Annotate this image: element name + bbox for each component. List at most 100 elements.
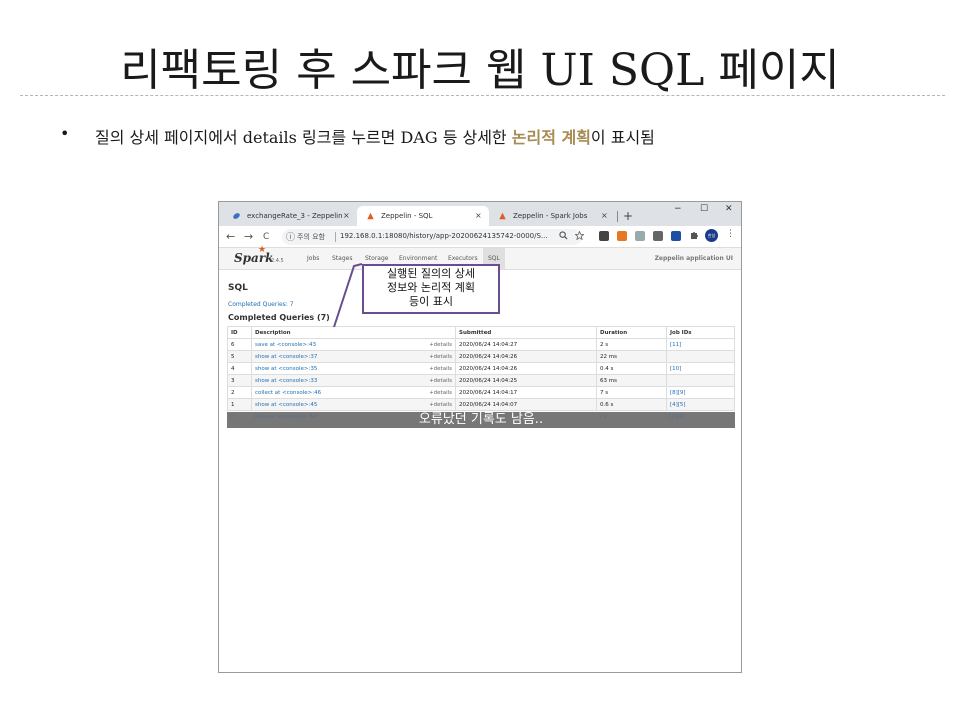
description-link[interactable]: show at <console>:33 — [255, 378, 317, 384]
url-input[interactable]: ⓘ 주의 요함 192.168.0.1:18080/history/app-20… — [282, 229, 582, 245]
bullet-text-after: 이 표시됨 — [590, 128, 655, 147]
table-header-row: ID Description Submitted Duration Job ID… — [227, 326, 735, 339]
cell-description: show at <console>:33 +details — [251, 374, 456, 387]
cell-submitted: 2020/06/24 14:04:17 — [455, 386, 597, 399]
tab-close-icon[interactable]: × — [343, 206, 350, 226]
details-link[interactable]: +details — [429, 354, 452, 360]
column-header-duration[interactable]: Duration — [596, 326, 667, 339]
cell-duration: 2 s — [596, 338, 667, 351]
details-link[interactable]: +details — [429, 366, 452, 372]
bookmark-star-icon[interactable] — [575, 231, 584, 240]
details-link[interactable]: +details — [429, 342, 452, 348]
table-row: 6 save at <console>:43 +details 2020/06/2… — [227, 338, 735, 351]
cell-duration: 7 s — [596, 386, 667, 399]
table-row: 5 show at <console>:37 +details 2020/06/2… — [227, 350, 735, 363]
cell-submitted: 2020/06/24 14:04:25 — [455, 374, 597, 387]
spark-favicon-icon — [499, 212, 506, 220]
maximize-icon[interactable]: ☐ — [700, 204, 708, 214]
extension-icon[interactable] — [635, 231, 645, 241]
description-link[interactable]: show at <console>:37 — [255, 354, 317, 360]
tab-close-icon[interactable]: × — [475, 206, 482, 226]
tab-bar: exchangeRate_3 - Zeppelin × Zeppelin - S… — [219, 202, 741, 226]
omnibox-separator — [335, 232, 336, 242]
cell-submitted: 2020/06/24 14:04:26 — [455, 362, 597, 375]
cell-id: 2 — [227, 386, 252, 399]
description-link[interactable]: show at <console>:45 — [255, 402, 317, 408]
column-header-job-ids[interactable]: Job IDs — [666, 326, 735, 339]
details-link[interactable]: +details — [429, 390, 452, 396]
new-tab-button[interactable]: + — [623, 206, 633, 226]
description-link[interactable]: show at <console>:35 — [255, 366, 317, 372]
cell-job-ids[interactable]: [8][9] — [666, 386, 735, 399]
cell-duration: 0.6 s — [596, 398, 667, 411]
column-header-id[interactable]: ID — [227, 326, 252, 339]
extension-icon[interactable] — [617, 231, 627, 241]
column-header-submitted[interactable]: Submitted — [455, 326, 597, 339]
nav-environment[interactable]: Environment — [399, 255, 437, 262]
tab-label: Zeppelin - Spark Jobs — [513, 212, 588, 220]
tab-zeppelin-sql[interactable]: Zeppelin - SQL × — [357, 206, 489, 226]
zotero-icon[interactable] — [671, 231, 681, 241]
cell-job-ids[interactable]: [10] — [666, 362, 735, 375]
nav-jobs[interactable]: Jobs — [307, 255, 319, 262]
column-header-description[interactable]: Description — [251, 326, 456, 339]
callout-line: 등이 표시 — [409, 295, 453, 308]
cell-submitted: 2020/06/24 14:04:07 — [455, 398, 597, 411]
app-name: Zeppelin application UI — [654, 255, 733, 262]
completed-queries-header[interactable]: Completed Queries (7) — [228, 313, 330, 322]
window-close-icon[interactable]: ✕ — [725, 204, 733, 214]
security-warning: 주의 요함 — [297, 233, 325, 241]
reload-icon[interactable]: C — [263, 232, 269, 242]
title-divider — [20, 95, 945, 96]
cell-submitted: 2020/06/24 14:04:26 — [455, 350, 597, 363]
tab-label: exchangeRate_3 - Zeppelin — [247, 212, 343, 220]
cell-job-ids[interactable] — [666, 350, 735, 363]
failed-query-overlay: 0 show at <console>:44 2 s [1][2] 오류났던 기… — [227, 412, 735, 428]
description-link[interactable]: save at <console>:43 — [255, 342, 316, 348]
spark-star-icon: ★ — [258, 245, 267, 255]
zoom-search-icon[interactable] — [559, 231, 568, 240]
cell-duration: 22 ms — [596, 350, 667, 363]
cell-id: 4 — [227, 362, 252, 375]
tab-spark-jobs[interactable]: Zeppelin - Spark Jobs × — [489, 206, 615, 226]
spark-favicon-icon — [367, 212, 374, 220]
spark-logo[interactable]: Spark — [234, 251, 273, 265]
cell-description: save at <console>:43 +details — [251, 338, 456, 351]
bullet-highlight: 논리적 계획 — [511, 128, 591, 147]
details-link[interactable]: +details — [429, 378, 452, 384]
avatar[interactable]: 한성 — [705, 229, 718, 242]
bullet-text-before: 질의 상세 페이지에서 details 링크를 누르면 DAG 등 상세한 — [95, 128, 512, 147]
cell-description: collect at <console>:46 +details — [251, 386, 456, 399]
queries-table: ID Description Submitted Duration Job ID… — [227, 326, 735, 411]
description-link[interactable]: collect at <console>:46 — [255, 390, 321, 396]
cell-submitted: 2020/06/24 14:04:27 — [455, 338, 597, 351]
cell-duration: 0.4 s — [596, 362, 667, 375]
nav-stages[interactable]: Stages — [332, 255, 352, 262]
completed-queries-link[interactable]: Completed Queries: 7 — [228, 301, 294, 308]
table-row: 3 show at <console>:33 +details 2020/06/2… — [227, 374, 735, 387]
cell-description: show at <console>:35 +details — [251, 362, 456, 375]
nav-executors[interactable]: Executors — [448, 255, 478, 262]
cell-duration: 63 ms — [596, 374, 667, 387]
tab-separator — [617, 211, 618, 222]
cell-job-ids[interactable] — [666, 374, 735, 387]
back-icon[interactable]: ← — [226, 230, 235, 243]
nav-storage[interactable]: Storage — [365, 255, 388, 262]
page-title: SQL — [228, 283, 248, 293]
extension-icon[interactable] — [653, 231, 663, 241]
cell-job-ids[interactable]: [11] — [666, 338, 735, 351]
callout-line: 정보와 논리적 계획 — [387, 281, 475, 294]
details-link[interactable]: +details — [429, 402, 452, 408]
tab-close-icon[interactable]: × — [601, 206, 608, 226]
zeppelin-icon — [233, 213, 240, 219]
table-row: 2 collect at <console>:46 +details 2020/0… — [227, 386, 735, 399]
tab-exchangerate[interactable]: exchangeRate_3 - Zeppelin × — [223, 206, 357, 226]
extensions-puzzle-icon[interactable] — [689, 230, 699, 240]
extension-icon[interactable] — [599, 231, 609, 241]
security-info-icon[interactable]: ⓘ — [286, 230, 295, 243]
minimize-icon[interactable]: − — [674, 204, 682, 214]
menu-icon[interactable]: ⋮ — [726, 229, 735, 239]
bullet-mark: • — [60, 124, 70, 143]
forward-icon[interactable]: → — [244, 230, 253, 243]
cell-job-ids[interactable]: [4][5] — [666, 398, 735, 411]
